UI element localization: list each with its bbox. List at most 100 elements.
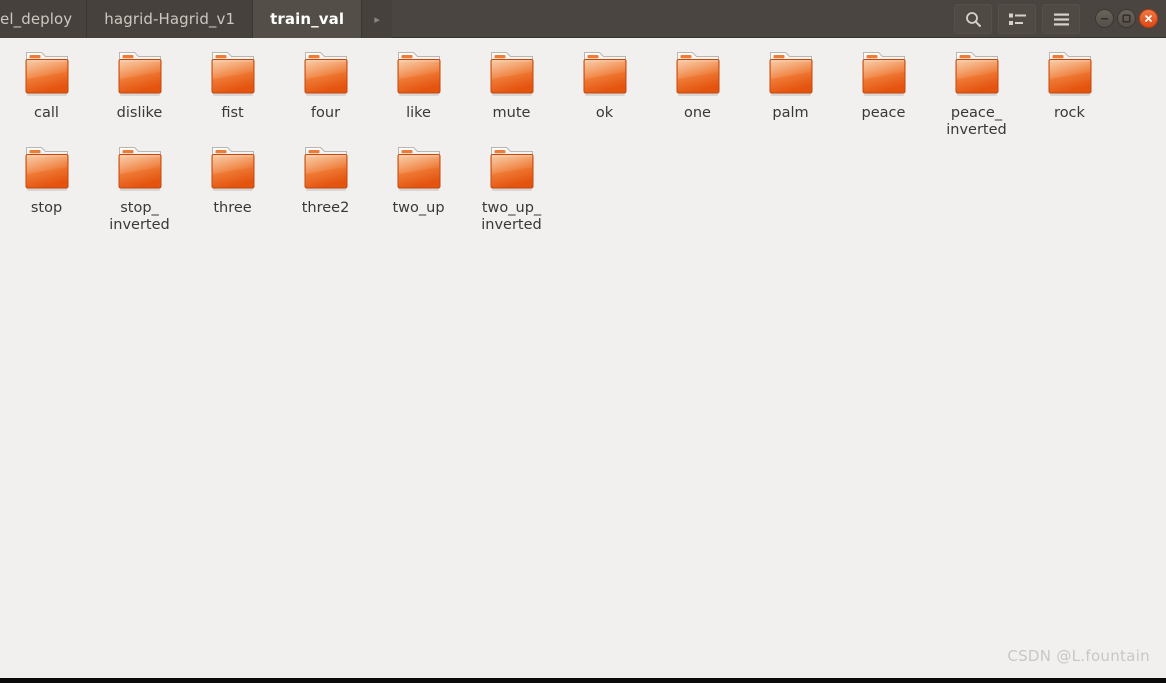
folder-icon [211,52,254,96]
titlebar-toolbar [951,0,1089,38]
file-item-rock[interactable]: rock [1023,44,1116,139]
window-controls [1089,0,1166,37]
folder-icon [490,52,533,96]
file-item-ok[interactable]: ok [558,44,651,139]
file-item-three[interactable]: three [186,139,279,234]
search-button[interactable] [954,4,992,34]
file-item-dislike[interactable]: dislike [93,44,186,139]
folder-icon [490,147,533,191]
folder-icon-wrapper [576,48,634,100]
folder-icon-wrapper [297,48,355,100]
view-list-icon [1008,13,1026,25]
folder-icon-wrapper [18,143,76,195]
file-icon-view[interactable]: call dislike fist four like mute ok one … [0,38,1166,678]
file-item-label: call [34,105,59,121]
folder-icon-wrapper [483,143,541,195]
folder-icon [118,147,161,191]
file-item-mute[interactable]: mute [465,44,558,139]
close-button[interactable] [1139,9,1158,28]
folder-icon [397,147,440,191]
file-item-palm[interactable]: palm [744,44,837,139]
folder-icon-wrapper [762,48,820,100]
search-icon [965,11,981,27]
folder-icon [955,52,998,96]
file-item-label: mute [492,105,531,121]
folder-icon [25,52,68,96]
folder-icon-wrapper [669,48,727,100]
folder-icon [118,52,161,96]
file-item-label: stop [30,200,63,216]
folder-icon-wrapper [111,48,169,100]
folder-icon [304,52,347,96]
maximize-icon [1122,14,1131,23]
tab-hagrid-hagrid_v1[interactable]: hagrid-Hagrid_v1 [87,0,254,38]
file-manager-window: el_deploy hagrid-Hagrid_v1 train_val ▸ c… [0,0,1166,683]
maximize-button[interactable] [1117,9,1136,28]
hamburger-menu-icon [1053,13,1069,25]
file-item-stop_inverted[interactable]: stop_ inverted [93,139,186,234]
folder-icon [769,52,812,96]
folder-icon-wrapper [111,143,169,195]
file-item-label: peace [861,105,906,121]
folder-icon [1048,52,1091,96]
folder-icon [25,147,68,191]
file-item-three2[interactable]: three2 [279,139,372,234]
file-item-label: two_up [392,200,445,216]
folder-icon-wrapper [204,48,262,100]
folder-icon [676,52,719,96]
file-item-label: stop_ inverted [109,200,170,233]
file-item-label: palm [772,105,809,121]
menu-button[interactable] [1042,4,1080,34]
tab-label: el_deploy [0,10,73,28]
folder-icon [211,147,254,191]
folder-icon-wrapper [855,48,913,100]
file-item-label: ok [595,105,614,121]
view-toggle-button[interactable] [998,4,1036,34]
file-item-label: dislike [116,105,163,121]
chevron-right-icon: ▸ [374,12,380,26]
folder-icon-wrapper [483,48,541,100]
tab-label: train_val [270,10,345,28]
minimize-icon [1101,18,1108,20]
folder-icon [862,52,905,96]
watermark: CSDN @L.fountain [1007,647,1150,665]
file-item-label: four [310,105,341,121]
file-item-call[interactable]: call [0,44,93,139]
file-item-fist[interactable]: fist [186,44,279,139]
file-item-label: one [684,105,711,121]
minimize-button[interactable] [1095,9,1114,28]
file-item-label: like [406,105,431,121]
file-grid: call dislike fist four like mute ok one … [0,44,1166,234]
tab-label: hagrid-Hagrid_v1 [104,10,236,28]
file-item-label: three2 [301,200,350,216]
folder-icon-wrapper [390,143,448,195]
folder-icon-wrapper [390,48,448,100]
titlebar: el_deploy hagrid-Hagrid_v1 train_val ▸ [0,0,1166,38]
folder-icon-wrapper [948,48,1006,100]
file-item-two_up_inverted[interactable]: two_up_ inverted [465,139,558,234]
next-tab-arrow-icon[interactable]: ▸ [362,0,393,38]
file-item-label: two_up_ inverted [481,200,542,233]
file-item-label: rock [1054,105,1085,121]
bottom-edge-strip [0,678,1166,683]
file-item-label: peace_ inverted [946,105,1007,138]
tab-strip: el_deploy hagrid-Hagrid_v1 train_val ▸ [0,0,393,38]
tab-train_val[interactable]: train_val [253,0,363,38]
file-item-four[interactable]: four [279,44,372,139]
folder-icon-wrapper [1041,48,1099,100]
file-item-two_up[interactable]: two_up [372,139,465,234]
file-item-peace[interactable]: peace [837,44,930,139]
file-item-label: fist [221,105,244,121]
file-item-label: three [213,200,252,216]
folder-icon-wrapper [204,143,262,195]
file-item-one[interactable]: one [651,44,744,139]
close-icon [1145,15,1152,22]
titlebar-drag-area[interactable] [392,0,951,37]
folder-icon-wrapper [18,48,76,100]
file-item-stop[interactable]: stop [0,139,93,234]
tab-el_deploy[interactable]: el_deploy [0,0,88,38]
file-item-like[interactable]: like [372,44,465,139]
file-item-peace_inverted[interactable]: peace_ inverted [930,44,1023,139]
folder-icon [304,147,347,191]
folder-icon [583,52,626,96]
